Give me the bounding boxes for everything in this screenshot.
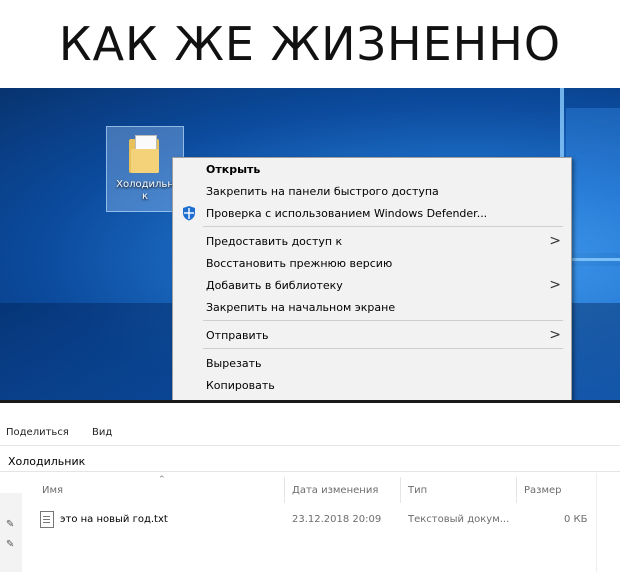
menu-item-label: Копировать — [206, 378, 275, 392]
menu-item-label: Закрепить на панели быстрого доступа — [206, 184, 439, 198]
column-divider[interactable] — [284, 477, 285, 503]
sort-up-icon: ⌃ — [158, 475, 166, 485]
menu-item-label: Проверка с использованием Windows Defend… — [206, 206, 488, 220]
menu-item-open[interactable]: Открыть — [173, 158, 571, 180]
menu-item-scan-defender[interactable]: Проверка с использованием Windows Defend… — [173, 202, 571, 224]
pin-icon[interactable]: ✎ — [6, 519, 14, 530]
menu-item-label: Отправить — [206, 328, 269, 342]
pin-icon[interactable]: ✎ — [6, 539, 14, 550]
menu-item-label: Открыть — [206, 162, 261, 176]
file-modified: 23.12.2018 20:09 — [292, 514, 382, 525]
menu-separator — [203, 320, 563, 321]
text-file-icon — [40, 511, 54, 528]
chevron-right-icon: > — [549, 327, 561, 343]
tab-share[interactable]: Поделиться — [6, 427, 69, 438]
chevron-right-icon: > — [549, 233, 561, 249]
file-explorer-window: Поделиться Вид Холодильник ✎ ✎ ⌃ Имя Дат… — [0, 400, 620, 572]
chevron-right-icon: > — [549, 277, 561, 293]
file-size: 0 КБ — [564, 514, 588, 525]
menu-separator — [203, 226, 563, 227]
column-header-type[interactable]: Тип — [408, 485, 427, 496]
column-divider[interactable] — [400, 477, 401, 503]
menu-item-label: Закрепить на начальном экране — [206, 300, 396, 314]
meme-caption: КАК ЖЕ ЖИЗНЕННО — [58, 17, 562, 71]
file-type: Текстовый докум... — [408, 514, 510, 525]
windows-defender-shield-icon — [183, 206, 195, 221]
wallpaper-light-pane — [566, 108, 620, 253]
address-bar[interactable]: Холодильник — [0, 449, 620, 472]
menu-item-label: Добавить в библиотеку — [206, 278, 343, 292]
context-menu: Открыть Закрепить на панели быстрого дос… — [172, 157, 572, 400]
menu-item-cut[interactable]: Вырезать — [173, 352, 571, 374]
file-row[interactable]: это на новый год.txt 23.12.2018 20:09 Те… — [38, 509, 596, 529]
column-header-name[interactable]: Имя — [42, 485, 63, 496]
column-header-modified[interactable]: Дата изменения — [292, 485, 378, 496]
menu-item-pin-start[interactable]: Закрепить на начальном экране — [173, 296, 571, 318]
menu-item-label: Предоставить доступ к — [206, 234, 343, 248]
menu-item-restore-version[interactable]: Восстановить прежнюю версию — [173, 252, 571, 274]
menu-item-pin-quick-access[interactable]: Закрепить на панели быстрого доступа — [173, 180, 571, 202]
menu-item-share-with[interactable]: Предоставить доступ к > — [173, 230, 571, 252]
menu-item-label: Вырезать — [206, 356, 262, 370]
folder-icon — [129, 135, 161, 173]
menu-item-add-to-library[interactable]: Добавить в библиотеку > — [173, 274, 571, 296]
windows-desktop: Холодильн к Открыть Закрепить на панели … — [0, 88, 620, 400]
scrollbar[interactable] — [596, 473, 620, 572]
file-name: это на новый год.txt — [60, 514, 168, 525]
tab-view[interactable]: Вид — [92, 427, 112, 438]
column-header-size[interactable]: Размер — [524, 485, 562, 496]
navigation-pane: ✎ ✎ — [0, 493, 22, 572]
ribbon: Поделиться Вид — [0, 403, 620, 446]
column-divider[interactable] — [516, 477, 517, 503]
menu-item-copy[interactable]: Копировать — [173, 374, 571, 396]
menu-item-label: Восстановить прежнюю версию — [206, 256, 393, 270]
menu-separator — [203, 348, 563, 349]
menu-item-send-to[interactable]: Отправить > — [173, 324, 571, 346]
folder-path: Холодильник — [8, 455, 86, 468]
